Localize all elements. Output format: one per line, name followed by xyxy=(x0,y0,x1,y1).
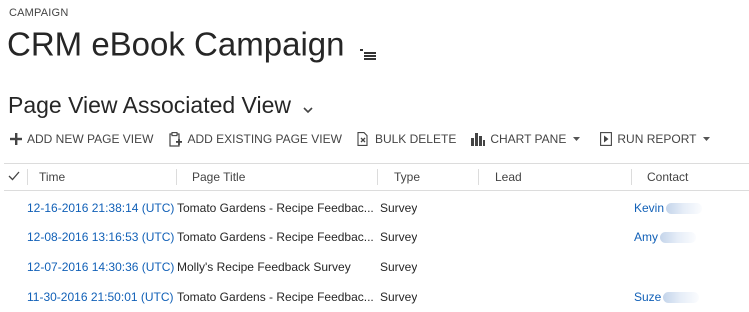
contact-cell: Kevin xyxy=(634,193,703,223)
run-report-label: RUN REPORT xyxy=(617,132,697,146)
column-separator xyxy=(478,169,479,185)
chevron-down-icon[interactable] xyxy=(303,91,313,121)
add-new-page-view-label: ADD NEW PAGE VIEW xyxy=(27,132,154,146)
record-title: CRM eBook Campaign xyxy=(7,25,345,63)
column-header-lead[interactable]: Lead xyxy=(495,164,522,190)
page-title-cell: Molly's Recipe Feedback Survey xyxy=(177,260,351,274)
time-link[interactable]: 12-08-2016 13:16:53 (UTC) xyxy=(27,222,174,252)
column-separator xyxy=(27,169,28,185)
contact-cell: Suze xyxy=(634,282,700,312)
column-separator xyxy=(176,169,177,185)
contact-link[interactable]: Suze xyxy=(634,290,661,304)
column-header-contact[interactable]: Contact xyxy=(647,164,688,190)
time-link[interactable]: 12-07-2016 14:30:36 (UTC) xyxy=(27,252,174,282)
redacted-surname xyxy=(666,203,703,215)
bulk-delete-label: BULK DELETE xyxy=(374,132,457,146)
view-title: Page View Associated View xyxy=(8,92,291,118)
report-icon xyxy=(600,132,613,146)
table-row[interactable]: 12-08-2016 13:16:53 (UTC) Tomato Gardens… xyxy=(4,222,749,252)
table-row[interactable]: 11-30-2016 21:50:01 (UTC) Tomato Gardens… xyxy=(4,282,749,312)
column-header-type[interactable]: Type xyxy=(394,164,420,190)
type-cell: Survey xyxy=(380,290,418,304)
type-cell: Survey xyxy=(380,260,418,274)
add-new-page-view-button[interactable]: ADD NEW PAGE VIEW xyxy=(10,132,153,146)
column-header-time[interactable]: Time xyxy=(39,164,65,190)
redacted-surname xyxy=(663,292,700,304)
page-title-cell: Tomato Gardens - Recipe Feedbac... xyxy=(177,290,374,304)
time-link[interactable]: 12-16-2016 21:38:14 (UTC) xyxy=(27,193,174,223)
contact-link[interactable]: Kevin xyxy=(634,201,664,215)
run-report-button[interactable]: RUN REPORT xyxy=(600,132,715,146)
select-all-checkmark-icon[interactable] xyxy=(8,170,20,182)
table-row[interactable]: 12-07-2016 14:30:36 (UTC) Molly's Recipe… xyxy=(4,252,749,282)
contact-link[interactable]: Amy xyxy=(634,230,658,244)
table-row[interactable]: 12-16-2016 21:38:14 (UTC) Tomato Gardens… xyxy=(4,193,749,223)
type-cell: Survey xyxy=(380,230,418,244)
caret-down-icon xyxy=(703,137,711,141)
command-bar: ADD NEW PAGE VIEW ADD EXISTING PAGE VIEW… xyxy=(10,129,730,149)
time-link[interactable]: 11-30-2016 21:50:01 (UTC) xyxy=(27,282,174,312)
column-header-page-title[interactable]: Page Title xyxy=(192,164,245,190)
view-selector[interactable]: Page View Associated View xyxy=(8,90,313,121)
bulk-delete-icon xyxy=(357,132,368,146)
plus-icon xyxy=(10,133,22,145)
chart-pane-label: CHART PANE xyxy=(490,132,567,146)
add-existing-page-view-button[interactable]: ADD EXISTING PAGE VIEW xyxy=(168,131,342,147)
record-title-area: CRM eBook Campaign xyxy=(7,22,376,72)
chart-pane-button[interactable]: CHART PANE xyxy=(471,132,585,146)
column-separator xyxy=(631,169,632,185)
entity-label: CAMPAIGN xyxy=(9,7,69,19)
grid-header: Time Page Title Type Lead Contact xyxy=(4,163,749,191)
redacted-surname xyxy=(660,232,696,244)
contact-cell: Amy xyxy=(634,222,696,252)
column-separator xyxy=(377,169,378,185)
add-existing-page-view-label: ADD EXISTING PAGE VIEW xyxy=(187,132,342,146)
chart-icon xyxy=(471,132,486,146)
type-cell: Survey xyxy=(380,201,418,215)
page-title-cell: Tomato Gardens - Recipe Feedbac... xyxy=(177,201,374,215)
add-existing-icon xyxy=(169,131,183,147)
page-title-cell: Tomato Gardens - Recipe Feedbac... xyxy=(177,230,374,244)
record-menu-icon[interactable] xyxy=(359,28,376,72)
bulk-delete-button[interactable]: BULK DELETE xyxy=(357,132,456,146)
caret-down-icon xyxy=(573,137,581,141)
